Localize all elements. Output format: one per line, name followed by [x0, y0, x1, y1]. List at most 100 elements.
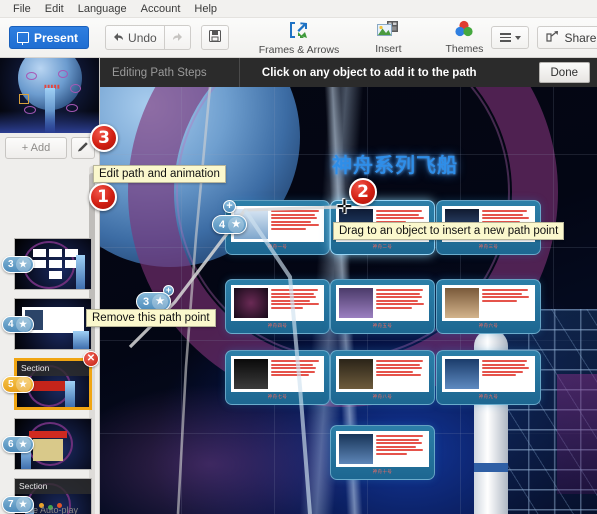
frames-arrows-button[interactable]: Frames & Arrows — [251, 18, 348, 58]
slide-number: 7 — [8, 499, 14, 510]
callout-badge-3: 3 — [90, 124, 118, 152]
insert-button[interactable]: Insert — [367, 18, 409, 58]
path-point-number: 3 — [143, 295, 150, 308]
card-image — [339, 288, 373, 318]
card-footer: 神舟六号 — [478, 323, 499, 328]
star-icon: ★ — [15, 317, 31, 332]
presentation-canvas[interactable]: 神舟系列飞船 神舟一号 神舟二号 神舟三号 神舟四号 神舟五号 神舟六号 神舟七… — [100, 87, 597, 514]
star-icon: ★ — [15, 377, 31, 392]
undo-button[interactable]: Undo — [105, 25, 165, 50]
thumb-card — [49, 249, 62, 257]
slide-number: 6 — [8, 439, 14, 450]
menu-language[interactable]: Language — [71, 2, 134, 16]
menu-file[interactable]: File — [6, 2, 38, 16]
frames-arrows-label: Frames & Arrows — [258, 43, 340, 56]
card-image — [234, 288, 268, 318]
card-inner — [231, 356, 324, 392]
overview-preview[interactable]: ▮▮▮▮▮ — [0, 58, 99, 133]
thumb-card — [33, 249, 46, 257]
present-screen-icon — [17, 32, 29, 45]
insert-image-icon — [377, 20, 399, 42]
done-button[interactable]: Done — [538, 62, 590, 83]
card-image — [339, 359, 373, 389]
themes-button[interactable]: Themes — [438, 18, 492, 58]
hamburger-menu-icon — [499, 33, 511, 42]
card-text — [376, 359, 426, 389]
pencil-icon — [77, 141, 89, 156]
main-toolbar: Present Undo Frames & Arrows Insert Them… — [0, 18, 597, 58]
tooltip-remove-path-point: Remove this path point — [86, 309, 216, 327]
content-card[interactable]: 神舟九号 — [436, 350, 541, 405]
slide-badge-4[interactable]: 4 ★ — [2, 316, 34, 333]
slide-thumbnail-list: 3 ★ 4 ★ Section 5 ★ ✕ 6 ★ Section 7 ★ — [0, 163, 99, 514]
redo-arrow-icon — [172, 32, 183, 43]
card-text — [271, 288, 321, 318]
redo-button[interactable] — [164, 25, 191, 50]
content-card[interactable]: 神舟十号 — [330, 425, 435, 480]
callout-badge-2: 2 — [349, 178, 377, 206]
share-button-label: Share — [564, 30, 597, 45]
content-card[interactable]: 神舟七号 — [225, 350, 330, 405]
card-inner — [231, 285, 324, 321]
options-menu-button[interactable] — [491, 26, 530, 49]
thumb-tower — [73, 331, 89, 349]
card-text — [482, 359, 532, 389]
star-icon: ★ — [15, 437, 31, 452]
card-inner — [442, 356, 535, 392]
content-card[interactable]: 神舟五号 — [330, 279, 435, 334]
preview-ring-2 — [58, 70, 68, 78]
slide-badge-5[interactable]: 5 ★ — [2, 376, 34, 393]
card-footer: 神舟二号 — [372, 244, 393, 249]
card-text — [271, 359, 321, 389]
card-text — [376, 288, 426, 318]
card-footer: 神舟四号 — [267, 323, 288, 328]
tooltip-drag-insert-path-point: Drag to an object to insert a new path p… — [333, 222, 565, 240]
content-card[interactable]: 神舟八号 — [330, 350, 435, 405]
slide-badge-6[interactable]: 6 ★ — [2, 436, 34, 453]
themes-label: Themes — [445, 43, 484, 55]
slide-thumb-6-wrap: 6 ★ — [2, 418, 92, 470]
share-button[interactable]: Share — [537, 26, 597, 49]
share-icon — [546, 30, 559, 45]
star-icon: ★ — [15, 497, 31, 512]
path-editing-bar: Editing Path Steps Click on any object t… — [100, 58, 597, 87]
slide-badge-3[interactable]: 3 ★ — [2, 256, 34, 273]
content-card[interactable]: 神舟六号 — [436, 279, 541, 334]
thumb-poster — [33, 439, 63, 461]
prezi-editor-window: File Edit Language Account Help Present … — [0, 0, 597, 514]
canvas-title[interactable]: 神舟系列飞船 — [332, 149, 458, 178]
insert-path-point-handle-active[interactable]: + — [223, 200, 236, 213]
save-button[interactable] — [200, 25, 229, 50]
toolbar-right-group: Share — [491, 26, 597, 49]
thumb-red-banner — [29, 431, 67, 438]
card-text — [376, 434, 426, 464]
slide-badge-7[interactable]: 7 ★ — [2, 496, 34, 513]
path-point-4[interactable]: 4 ★ — [212, 215, 248, 234]
undo-redo-group: Undo — [105, 25, 229, 50]
preview-ring-1 — [26, 72, 37, 80]
card-text — [482, 288, 532, 318]
insert-label: Insert — [375, 43, 402, 55]
slide-number: 4 — [8, 319, 14, 330]
move-cursor-icon: ✛ — [336, 196, 353, 218]
present-button[interactable]: Present — [9, 26, 90, 49]
delete-slide-button[interactable]: ✕ — [83, 351, 99, 367]
menu-help[interactable]: Help — [187, 2, 224, 16]
card-footer: 神舟九号 — [478, 394, 499, 399]
add-slide-button[interactable]: + Add — [5, 137, 67, 159]
slide-thumb-5-wrap: Section 5 ★ ✕ — [2, 351, 99, 410]
card-footer: 神舟五号 — [372, 323, 393, 328]
card-image — [445, 288, 479, 318]
menu-account[interactable]: Account — [134, 2, 188, 16]
slides-sidebar: ▮▮▮▮▮ + Add 3 ★ 4 ★ Section 5 ★ ✕ 6 ★ Se… — [0, 58, 100, 514]
card-footer: 神舟十号 — [372, 469, 393, 474]
content-card[interactable]: 神舟四号 — [225, 279, 330, 334]
card-text — [271, 209, 321, 239]
card-footer: 神舟七号 — [267, 394, 288, 399]
preview-selected-frame — [19, 94, 29, 104]
thumb-card — [49, 260, 62, 268]
menu-edit[interactable]: Edit — [38, 2, 71, 16]
present-button-label: Present — [34, 30, 79, 45]
card-footer: 神舟八号 — [372, 394, 393, 399]
card-inner — [336, 285, 429, 321]
